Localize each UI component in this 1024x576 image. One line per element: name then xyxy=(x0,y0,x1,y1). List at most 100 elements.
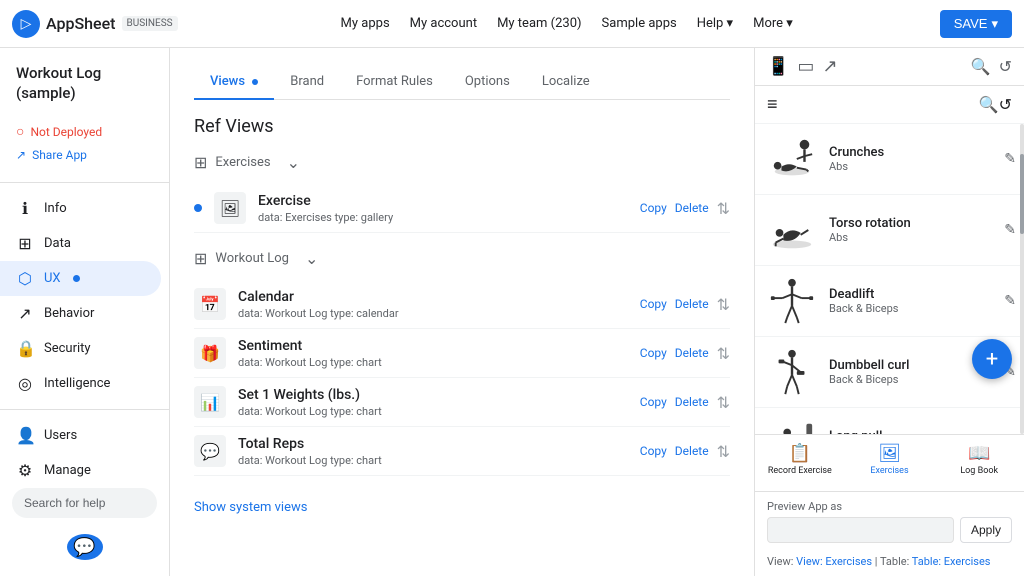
view-item-meta: data: Exercises type: gallery xyxy=(258,211,628,224)
preview-actions: 🔍 ↺ xyxy=(971,57,1012,76)
phone-search-icon[interactable]: 🔍 xyxy=(979,95,999,114)
search-help-button[interactable]: Search for help xyxy=(12,488,157,518)
sidebar-item-intelligence[interactable]: ◎ Intelligence xyxy=(0,366,161,401)
apply-button[interactable]: Apply xyxy=(960,517,1012,543)
exercise-item-longpull[interactable]: Long pull Back & Biceps ✎ xyxy=(755,408,1024,434)
sidebar-item-behavior[interactable]: ↗ Behavior xyxy=(0,296,161,331)
copy-link-weights[interactable]: Copy xyxy=(640,395,667,409)
record-nav-icon: 📋 xyxy=(789,443,811,464)
show-system-views[interactable]: Show system views xyxy=(194,492,730,523)
phone-refresh-icon[interactable]: ↺ xyxy=(999,95,1012,114)
move-arrows-calendar[interactable]: ⇅ xyxy=(717,295,730,314)
phone-nav-record[interactable]: 📋 Record Exercise xyxy=(755,435,845,480)
nav-actions: SAVE ▾ xyxy=(940,10,1012,38)
tab-views[interactable]: Views xyxy=(194,64,274,99)
move-arrows[interactable]: ⇅ xyxy=(717,199,730,218)
tab-localize[interactable]: Localize xyxy=(526,64,606,99)
preview-app-as-input[interactable] xyxy=(767,517,954,543)
torso-edit-icon[interactable]: ✎ xyxy=(1004,222,1016,238)
exercise-item-torso[interactable]: Torso rotation Abs ✎ xyxy=(755,195,1024,266)
view-link[interactable]: View: Exercises xyxy=(796,555,872,568)
collapse-arrow-2[interactable]: ⌄ xyxy=(305,249,318,268)
deadlift-svg xyxy=(768,277,816,325)
exercises-group: ⊞ Exercises ⌄ 🖼 Exercise data: Exercises… xyxy=(194,153,730,233)
delete-link[interactable]: Delete xyxy=(675,201,709,215)
crunches-category: Abs xyxy=(829,160,1012,173)
fab-button[interactable]: + xyxy=(972,339,1012,379)
ux-dot xyxy=(73,275,80,282)
sidebar-item-info[interactable]: ℹ Info xyxy=(0,191,161,226)
deadlift-info: Deadlift Back & Biceps xyxy=(829,287,1012,315)
reps-meta: data: Workout Log type: chart xyxy=(238,454,628,467)
reps-icon: 💬 xyxy=(194,435,226,467)
preview-phone: ≡ 🔍 ↺ xyxy=(755,86,1024,491)
sidebar-item-manage[interactable]: ⚙ Manage xyxy=(0,453,161,488)
save-button[interactable]: SAVE ▾ xyxy=(940,10,1012,38)
delete-link-calendar[interactable]: Delete xyxy=(675,297,709,311)
tablet-icon[interactable]: ▭ xyxy=(797,56,814,77)
nav-help[interactable]: Help ▾ xyxy=(697,16,733,31)
view-item-calendar: 📅 Calendar data: Workout Log type: calen… xyxy=(194,280,730,329)
move-arrows-sentiment[interactable]: ⇅ xyxy=(717,344,730,363)
copy-link-sentiment[interactable]: Copy xyxy=(640,346,667,360)
move-arrows-reps[interactable]: ⇅ xyxy=(717,442,730,461)
nav-my-team[interactable]: My team (230) xyxy=(497,16,581,31)
right-panel: 📱 ▭ ↗ 🔍 ↺ ≡ 🔍 ↺ xyxy=(754,48,1024,576)
nav-my-apps[interactable]: My apps xyxy=(341,16,390,31)
sidebar-divider xyxy=(0,182,169,183)
grid-icon-2: ⊞ xyxy=(194,249,207,268)
view-item-weights: 📊 Set 1 Weights (lbs.) data: Workout Log… xyxy=(194,378,730,427)
weights-icon: 📊 xyxy=(194,386,226,418)
data-icon: ⊞ xyxy=(16,234,34,253)
longpull-svg xyxy=(768,419,816,434)
phone-app-bar: ≡ 🔍 ↺ xyxy=(755,86,1024,124)
chat-button[interactable]: 💬 xyxy=(67,534,103,560)
sidebar-item-security[interactable]: 🔒 Security xyxy=(0,331,161,366)
delete-link-weights[interactable]: Delete xyxy=(675,395,709,409)
copy-link-reps[interactable]: Copy xyxy=(640,444,667,458)
sidebar-divider-2 xyxy=(0,409,169,410)
preview-toolbar: 📱 ▭ ↗ 🔍 ↺ xyxy=(755,48,1024,86)
view-item-info: Exercise data: Exercises type: gallery xyxy=(258,193,628,224)
copy-link-calendar[interactable]: Copy xyxy=(640,297,667,311)
collapse-arrow[interactable]: ⌄ xyxy=(287,153,300,172)
phone-nav-exercises[interactable]: 🖼 Exercises xyxy=(845,435,935,480)
sidebar-item-users[interactable]: 👤 Users xyxy=(0,418,161,453)
longpull-name: Long pull xyxy=(829,429,1012,434)
deploy-status[interactable]: ○ Not Deployed xyxy=(0,119,169,144)
search-preview-icon[interactable]: 🔍 xyxy=(971,57,991,76)
delete-link-reps[interactable]: Delete xyxy=(675,444,709,458)
tab-brand[interactable]: Brand xyxy=(274,64,340,99)
copy-link[interactable]: Copy xyxy=(640,201,667,215)
preview-app-as-label: Preview App as xyxy=(767,500,1012,513)
crunches-name: Crunches xyxy=(829,145,1012,160)
exercise-item-crunches[interactable]: Crunches Abs ✎ xyxy=(755,124,1024,195)
refresh-preview-icon[interactable]: ↺ xyxy=(999,57,1012,76)
tab-options[interactable]: Options xyxy=(449,64,526,99)
torso-figure xyxy=(767,205,817,255)
view-item-sentiment: 🎁 Sentiment data: Workout Log type: char… xyxy=(194,329,730,378)
share-app[interactable]: ↗ Share App xyxy=(0,144,169,166)
deadlift-edit-icon[interactable]: ✎ xyxy=(1004,293,1016,309)
delete-link-sentiment[interactable]: Delete xyxy=(675,346,709,360)
nav-my-account[interactable]: My account xyxy=(410,16,477,31)
external-link-icon[interactable]: ↗ xyxy=(822,56,837,77)
table-label: Table: xyxy=(880,555,912,568)
crunches-edit-icon[interactable]: ✎ xyxy=(1004,151,1016,167)
tab-format-rules[interactable]: Format Rules xyxy=(340,64,449,99)
calendar-meta: data: Workout Log type: calendar xyxy=(238,307,628,320)
nav-more[interactable]: More ▾ xyxy=(753,16,793,31)
exercises-nav-icon: 🖼 xyxy=(878,443,901,464)
sidebar-item-data[interactable]: ⊞ Data xyxy=(0,226,161,261)
nav-sample-apps[interactable]: Sample apps xyxy=(602,16,677,31)
exercise-item-deadlift[interactable]: Deadlift Back & Biceps ✎ xyxy=(755,266,1024,337)
sidebar-item-ux[interactable]: ⬡ UX xyxy=(0,261,161,296)
hamburger-icon[interactable]: ≡ xyxy=(767,94,778,115)
logo-icon: ▷ xyxy=(12,10,40,38)
phone-nav-logbook[interactable]: 📖 Log Book xyxy=(934,435,1024,480)
sentiment-actions: Copy Delete ⇅ xyxy=(640,344,730,363)
table-link[interactable]: Table: Exercises xyxy=(912,555,991,568)
scrollbar[interactable] xyxy=(1020,124,1024,434)
mobile-icon[interactable]: 📱 xyxy=(767,56,789,77)
move-arrows-weights[interactable]: ⇅ xyxy=(717,393,730,412)
